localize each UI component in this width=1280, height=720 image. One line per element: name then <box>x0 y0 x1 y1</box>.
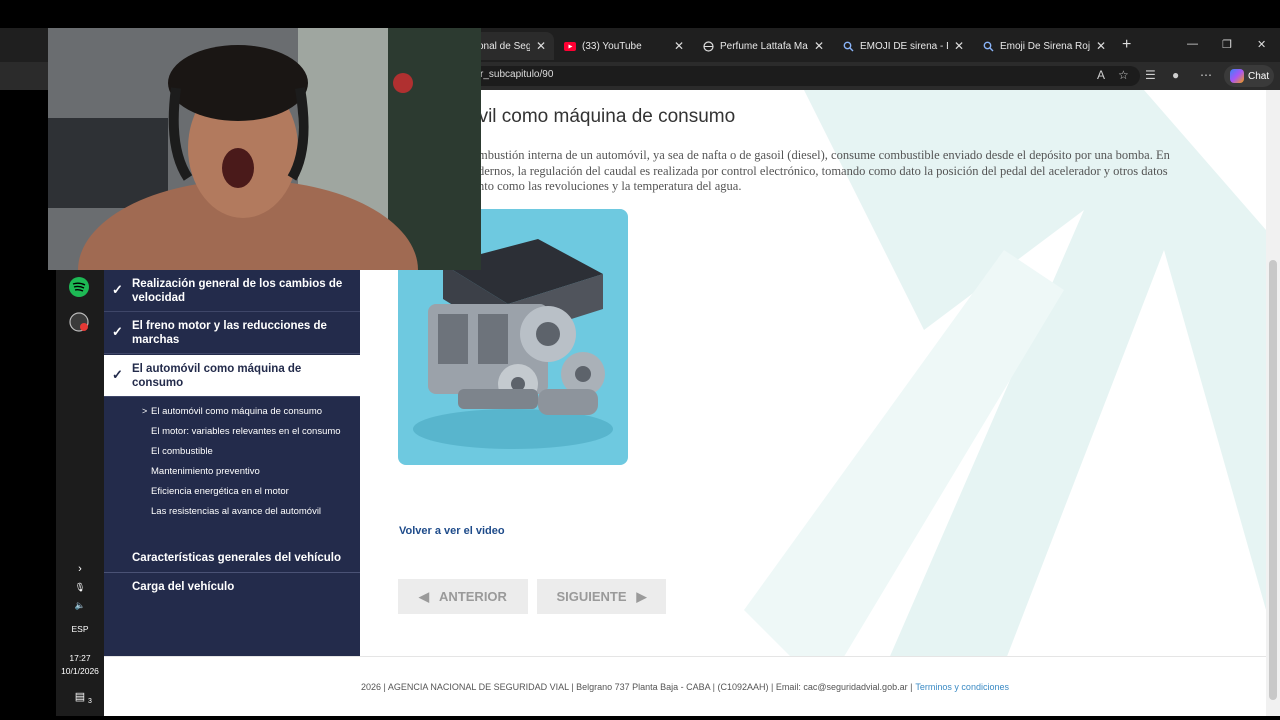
chapter-item[interactable]: ✓ Realización general de los cambios de … <box>104 270 360 312</box>
next-label: SIGUIENTE <box>556 589 627 604</box>
previous-label: ANTERIOR <box>439 589 507 604</box>
caret-left-icon: ◀ <box>419 588 430 604</box>
close-icon[interactable]: ✕ <box>1096 39 1106 53</box>
close-icon[interactable]: ✕ <box>674 39 684 53</box>
tab-perfume[interactable]: Perfume Lattafa Marrón ✕ <box>694 32 832 60</box>
profile-avatar-icon[interactable]: ● <box>1172 68 1179 82</box>
more-menu-icon[interactable]: ⋯ <box>1200 68 1212 82</box>
webcam-overlay <box>48 28 481 270</box>
address-bar[interactable]: r_subcapitulo/90 <box>470 66 1140 86</box>
copilot-chat-button[interactable]: Chat <box>1224 65 1274 87</box>
close-window-button[interactable]: ✕ <box>1257 38 1266 51</box>
minimize-button[interactable]: — <box>1187 38 1198 50</box>
subchapter-item[interactable]: El motor: variables relevantes en el con… <box>151 426 341 437</box>
language-indicator[interactable]: ESP <box>56 624 104 634</box>
section-link[interactable]: Carga del vehículo <box>132 581 234 593</box>
divider <box>104 572 360 573</box>
paragraph-line: mbustión interna de un automóvil, ya sea… <box>478 148 1170 162</box>
chapter-label: El freno motor y las reducciones de marc… <box>132 319 327 346</box>
chat-label: Chat <box>1248 70 1270 82</box>
course-sidebar: ✓ Realización general de los cambios de … <box>104 270 360 656</box>
read-aloud-icon[interactable]: A <box>1097 68 1105 82</box>
speaker-icon[interactable]: 🔈 <box>56 600 104 611</box>
notification-count: 3 <box>88 698 92 705</box>
previous-button[interactable]: ◀ ANTERIOR <box>398 579 528 614</box>
subchapter-item[interactable]: Eficiencia energética en el motor <box>151 486 289 497</box>
tab-title: (33) YouTube <box>582 40 642 52</box>
clock-date[interactable]: 10/1/2026 <box>56 666 104 676</box>
new-tab-button[interactable]: + <box>1122 36 1131 54</box>
screen: onal de Seg ✕ (33) YouTube ✕ Perfume Lat… <box>0 0 1280 720</box>
tab-active[interactable]: onal de Seg ✕ <box>470 32 554 60</box>
copilot-icon <box>1230 69 1244 83</box>
favorites-icon[interactable]: ☰ <box>1145 68 1156 82</box>
maximize-button[interactable]: ❐ <box>1222 38 1232 51</box>
close-icon[interactable]: ✕ <box>536 39 546 53</box>
tab-youtube[interactable]: (33) YouTube ✕ <box>556 32 692 60</box>
close-icon[interactable]: ✕ <box>814 39 824 53</box>
globe-icon <box>702 40 714 52</box>
taskbar: › 🎙 🔈 ESP 17:27 10/1/2026 ▤ 3 <box>56 270 104 716</box>
app-icon[interactable] <box>68 311 90 333</box>
section-link[interactable]: Características generales del vehículo <box>132 552 341 564</box>
paragraph-line: nto como las revoluciones y la temperatu… <box>478 179 742 193</box>
page-title: óvil como máquina de consumo <box>468 106 736 127</box>
tab-title: EMOJI DE sirena - Búsq <box>860 40 948 52</box>
footer-text: 2026 | AGENCIA NACIONAL DE SEGURIDAD VIA… <box>361 681 913 692</box>
subchapter-item[interactable]: El automóvil como máquina de consumo <box>151 406 322 417</box>
mic-icon[interactable]: 🎙 <box>56 582 104 593</box>
page-footer: 2026 | AGENCIA NACIONAL DE SEGURIDAD VIA… <box>104 656 1266 716</box>
paragraph-line: dernos, la regulación del caudal es real… <box>478 163 1168 178</box>
tab-emoji-sirena[interactable]: EMOJI DE sirena - Búsq ✕ <box>834 32 972 60</box>
chapter-item-active[interactable]: ✓ El automóvil como máquina de consumo <box>104 355 360 397</box>
scrollbar-thumb[interactable] <box>1269 260 1277 700</box>
content-paragraph: mbustión interna de un automóvil, ya sea… <box>478 148 1238 195</box>
youtube-icon <box>564 40 576 52</box>
search-icon <box>842 40 854 52</box>
terms-link[interactable]: Terminos y condiciones <box>915 682 1009 692</box>
tab-title: Emoji De Sirena Roja - B <box>1000 40 1090 52</box>
close-icon[interactable]: ✕ <box>954 39 964 53</box>
chapter-label: El automóvil como máquina de consumo <box>132 362 302 389</box>
tab-title: onal de Seg <box>478 40 530 52</box>
url-text: r_subcapitulo/90 <box>480 69 554 80</box>
replay-video-link[interactable]: Volver a ver el video <box>399 525 505 537</box>
check-icon: ✓ <box>112 324 123 339</box>
page-scrollbar[interactable] <box>1266 90 1280 716</box>
favorite-star-icon[interactable]: ☆ <box>1118 68 1129 82</box>
spotify-icon[interactable] <box>68 276 90 298</box>
current-subitem-arrow-icon: > <box>142 406 148 416</box>
next-button[interactable]: SIGUIENTE ▶ <box>537 579 666 614</box>
subchapter-item[interactable]: Las resistencias al avance del automóvil <box>151 506 321 517</box>
tab-title: Perfume Lattafa Marrón <box>720 40 808 52</box>
check-icon: ✓ <box>112 367 123 382</box>
tab-emoji-sirena-roja[interactable]: Emoji De Sirena Roja - B ✕ <box>974 32 1114 60</box>
chevron-right-icon[interactable]: › <box>56 563 104 575</box>
caret-right-icon: ▶ <box>636 588 647 604</box>
search-icon <box>982 40 994 52</box>
check-icon: ✓ <box>112 282 123 297</box>
subchapter-item[interactable]: Mantenimiento preventivo <box>151 466 260 477</box>
webcam-video-feed <box>48 28 481 270</box>
chapter-item[interactable]: ✓ El freno motor y las reducciones de ma… <box>104 312 360 354</box>
chapter-label: Realización general de los cambios de ve… <box>132 277 343 304</box>
clock-time[interactable]: 17:27 <box>56 653 104 663</box>
subchapter-item[interactable]: El combustible <box>151 446 213 457</box>
